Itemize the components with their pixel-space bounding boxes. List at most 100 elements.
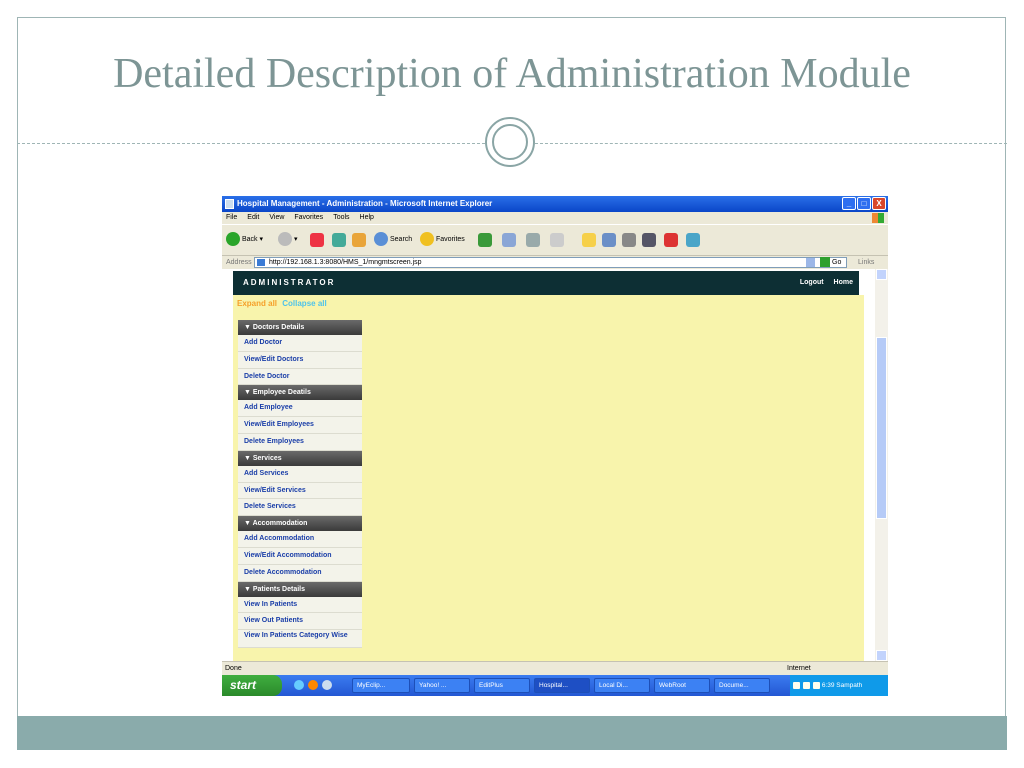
home-icon[interactable] bbox=[352, 233, 366, 247]
edit-icon[interactable] bbox=[550, 233, 564, 247]
tray-user: Sampath bbox=[836, 682, 863, 689]
menu-view-edit-doctors[interactable]: View/Edit Doctors bbox=[238, 351, 362, 369]
section-accommodation[interactable]: ▼ Accommodation bbox=[238, 516, 362, 532]
task-local-disk[interactable]: Local Di... bbox=[594, 678, 650, 693]
menu-view-edit-accommodation[interactable]: View/Edit Accommodation bbox=[238, 547, 362, 565]
tray-volume-icon[interactable] bbox=[803, 681, 810, 689]
forward-button[interactable]: ▾ bbox=[278, 231, 298, 249]
page-icon bbox=[257, 259, 265, 266]
back-button[interactable]: Back ▾ bbox=[226, 231, 263, 249]
task-webroot[interactable]: WebRoot bbox=[654, 678, 710, 693]
window-title: Hospital Management - Administration - M… bbox=[237, 199, 493, 208]
windows-flag-icon bbox=[872, 213, 884, 223]
section-doctors-details[interactable]: ▼ Doctors Details bbox=[238, 320, 362, 335]
task-hospital[interactable]: Hospital... bbox=[534, 678, 590, 693]
back-label: Back bbox=[242, 236, 258, 243]
forward-arrow-icon bbox=[278, 232, 292, 247]
menu-delete-doctor[interactable]: Delete Doctor bbox=[238, 368, 362, 386]
refresh-icon[interactable] bbox=[332, 233, 346, 247]
quicklaunch-ie-icon[interactable] bbox=[322, 680, 332, 690]
menu-bar: File Edit View Favorites Tools Help bbox=[222, 212, 888, 224]
tool-icon[interactable] bbox=[642, 233, 656, 247]
plugin-icon[interactable] bbox=[686, 233, 700, 247]
vertical-scrollbar[interactable] bbox=[875, 269, 888, 661]
menu-tools[interactable]: Tools bbox=[333, 214, 349, 221]
links-button[interactable]: Links bbox=[858, 256, 874, 269]
section-patients-details[interactable]: ▼ Patients Details bbox=[238, 581, 362, 597]
task-editplus[interactable]: EditPlus bbox=[474, 678, 530, 693]
title-divider-left bbox=[17, 143, 485, 144]
status-zone: Internet bbox=[787, 665, 811, 672]
quicklaunch-desktop-icon[interactable] bbox=[294, 680, 304, 690]
windows-taskbar: start MyEclip... Yahoo! ... EditPlus Hos… bbox=[222, 675, 888, 696]
mail-icon[interactable] bbox=[502, 233, 516, 247]
messenger-icon[interactable] bbox=[602, 233, 616, 247]
search-label: Search bbox=[390, 236, 413, 243]
menu-favorites[interactable]: Favorites bbox=[294, 214, 323, 221]
go-label: Go bbox=[832, 259, 842, 266]
close-button[interactable]: X bbox=[872, 197, 886, 210]
task-myeclipse[interactable]: MyEclip... bbox=[352, 678, 410, 693]
slide-title: Detailed Description of Administration M… bbox=[113, 51, 911, 97]
status-text: Done bbox=[225, 665, 242, 672]
start-button[interactable]: start bbox=[222, 675, 282, 696]
quicklaunch-firefox-icon[interactable] bbox=[308, 680, 318, 690]
address-dropdown-icon[interactable] bbox=[806, 258, 815, 267]
browser-toolbar: Back ▾ ▾ Search Favorites bbox=[222, 224, 888, 256]
expand-collapse-row: Expand all Collapse all bbox=[237, 299, 327, 308]
menu-view-edit-employees[interactable]: View/Edit Employees bbox=[238, 417, 362, 434]
logout-link[interactable]: Logout bbox=[800, 279, 824, 286]
slide-footer-bar bbox=[17, 716, 1007, 750]
section-employee-details[interactable]: ▼ Employee Deatils bbox=[238, 385, 362, 401]
menu-add-services[interactable]: Add Services bbox=[238, 465, 362, 483]
scroll-thumb[interactable] bbox=[876, 337, 887, 519]
menu-view[interactable]: View bbox=[269, 214, 284, 221]
menu-view-out-patients[interactable]: View Out Patients bbox=[238, 613, 362, 631]
menu-delete-accommodation[interactable]: Delete Accommodation bbox=[238, 564, 362, 582]
menu-help[interactable]: Help bbox=[360, 214, 374, 221]
section-services[interactable]: ▼ Services bbox=[238, 450, 362, 466]
menu-delete-employees[interactable]: Delete Employees bbox=[238, 433, 362, 451]
menu-add-doctor[interactable]: Add Doctor bbox=[238, 335, 362, 352]
menu-file[interactable]: File bbox=[226, 214, 237, 221]
stop-icon[interactable] bbox=[310, 233, 324, 247]
scroll-up-icon[interactable] bbox=[876, 269, 887, 280]
title-divider-right bbox=[535, 143, 1007, 144]
minimize-button[interactable]: _ bbox=[842, 197, 856, 210]
tray-security-icon[interactable] bbox=[813, 681, 820, 689]
window-titlebar[interactable]: Hospital Management - Administration - M… bbox=[222, 196, 888, 212]
menu-view-edit-services[interactable]: View/Edit Services bbox=[238, 482, 362, 500]
task-documents[interactable]: Docume... bbox=[714, 678, 770, 693]
star-icon bbox=[420, 232, 434, 247]
menu-delete-services[interactable]: Delete Services bbox=[238, 499, 362, 517]
search-button[interactable]: Search bbox=[374, 231, 412, 249]
address-input[interactable]: http://192.168.1.3:8080/HMS_1/mngmtscree… bbox=[254, 257, 847, 268]
task-yahoo[interactable]: Yahoo! ... bbox=[414, 678, 470, 693]
folder-icon[interactable] bbox=[582, 233, 596, 247]
history-icon[interactable] bbox=[478, 233, 492, 247]
home-link[interactable]: Home bbox=[834, 279, 853, 286]
print-icon[interactable] bbox=[526, 233, 540, 247]
divider-circle-ornament bbox=[485, 117, 535, 167]
admin-side-menu: ▼ Doctors Details Add Doctor View/Edit D… bbox=[238, 320, 362, 649]
go-button[interactable]: Go bbox=[820, 257, 841, 268]
scroll-down-icon[interactable] bbox=[876, 650, 887, 661]
collapse-all-link[interactable]: Collapse all bbox=[282, 299, 326, 308]
tray-network-icon[interactable] bbox=[793, 681, 800, 689]
menu-view-in-patients[interactable]: View In Patients bbox=[238, 596, 362, 614]
system-tray: 6:39 Sampath bbox=[790, 675, 888, 696]
admin-header-links: Logout Home bbox=[792, 271, 853, 295]
expand-all-link[interactable]: Expand all bbox=[237, 299, 277, 308]
research-icon[interactable] bbox=[622, 233, 636, 247]
menu-add-accommodation[interactable]: Add Accommodation bbox=[238, 531, 362, 548]
favorites-button[interactable]: Favorites bbox=[420, 231, 465, 249]
menu-add-employee[interactable]: Add Employee bbox=[238, 400, 362, 418]
browser-screenshot: Hospital Management - Administration - M… bbox=[222, 196, 888, 696]
maximize-button[interactable]: □ bbox=[857, 197, 871, 210]
page-viewport: ADMINISTRATOR Logout Home Expand all Col… bbox=[222, 269, 888, 661]
menu-edit[interactable]: Edit bbox=[247, 214, 259, 221]
admin-header: ADMINISTRATOR Logout Home bbox=[233, 271, 859, 295]
flag-icon[interactable] bbox=[664, 233, 678, 247]
address-bar: Address http://192.168.1.3:8080/HMS_1/mn… bbox=[222, 256, 888, 269]
menu-view-in-patients-category-wise[interactable]: View In Patients Category Wise bbox=[238, 630, 362, 649]
